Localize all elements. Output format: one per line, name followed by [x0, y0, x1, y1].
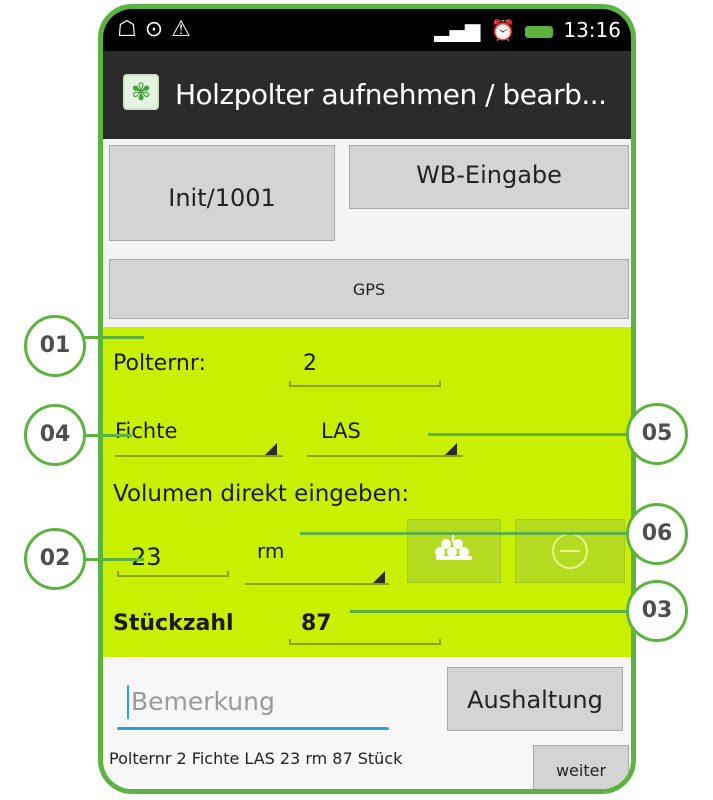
- log-stack-icon: [435, 532, 472, 560]
- grade-dropdown-icon: [445, 443, 457, 455]
- callout-line-04: [84, 434, 132, 437]
- grade-spinner[interactable]: [307, 455, 463, 457]
- volume-value: 23: [131, 543, 162, 571]
- app-icon: ✾: [123, 74, 159, 110]
- phone-frame: ☖⊙⚠ ▂▄▆ ⏰ 13:16 ✾ Holzpolter aufnehmen / b…: [98, 4, 636, 794]
- round-log-icon: [552, 533, 588, 569]
- sync-icon: ⊙: [144, 17, 172, 42]
- pile-form: Polternr: 2 Fichte LAS Volumen direkt ei…: [103, 327, 631, 657]
- polternr-input[interactable]: [289, 381, 441, 387]
- callout-04: 04: [24, 404, 86, 466]
- callout-line-02: [84, 558, 144, 561]
- remark-cursor: [127, 685, 129, 719]
- callout-01: 01: [24, 315, 86, 377]
- init-button[interactable]: Init/1001: [109, 145, 335, 241]
- round-log-button[interactable]: [515, 519, 625, 583]
- title-bar: ✾ Holzpolter aufnehmen / bearb...: [103, 51, 631, 139]
- notification-icons: ☖⊙⚠: [117, 17, 199, 42]
- callout-line-05: [428, 433, 628, 436]
- count-value: 87: [301, 611, 332, 636]
- bottom-area: Bemerkung Aushaltung Polternr 2 Fichte L…: [103, 657, 631, 789]
- app-title: Holzpolter aufnehmen / bearb...: [175, 78, 607, 111]
- volume-input[interactable]: [117, 571, 229, 577]
- species-dropdown-icon: [265, 443, 277, 455]
- wb-eingabe-button[interactable]: WB-Eingabe: [349, 145, 629, 209]
- polternr-label: Polternr:: [113, 351, 206, 376]
- unit-spinner[interactable]: [245, 583, 389, 585]
- log-stack-button[interactable]: [407, 519, 501, 583]
- status-bar: ☖⊙⚠ ▂▄▆ ⏰ 13:16: [103, 9, 631, 51]
- warning-icon: ⚠: [171, 17, 199, 42]
- count-input[interactable]: [289, 639, 441, 645]
- callout-02: 02: [24, 528, 86, 590]
- count-label: Stückzahl: [113, 611, 234, 636]
- callout-line-01: [84, 336, 144, 339]
- callout-line-03: [350, 610, 628, 613]
- species-spinner-value: Fichte: [115, 419, 178, 443]
- callout-03: 03: [626, 580, 688, 642]
- alarm-icon: ⏰: [490, 18, 516, 42]
- gps-button[interactable]: GPS: [109, 259, 629, 319]
- system-icons: ▂▄▆ ⏰ 13:16: [424, 18, 621, 42]
- unit-dropdown-icon: [373, 571, 385, 583]
- remark-input[interactable]: [117, 727, 389, 730]
- usb-icon: ☖: [117, 17, 145, 42]
- summary-text: Polternr 2 Fichte LAS 23 rm 87 Stück: [109, 749, 403, 768]
- callout-06: 06: [626, 503, 688, 565]
- unit-spinner-value: rm: [257, 539, 285, 563]
- weiter-button[interactable]: weiter: [533, 745, 629, 789]
- volume-label: Volumen direkt eingeben:: [113, 481, 410, 507]
- callout-05: 05: [626, 403, 688, 465]
- battery-icon: [525, 25, 554, 38]
- grade-spinner-value: LAS: [321, 419, 361, 443]
- aushaltung-button[interactable]: Aushaltung: [447, 667, 623, 731]
- remark-placeholder: Bemerkung: [131, 687, 275, 716]
- top-button-area: Init/1001 WB-Eingabe: [103, 139, 631, 254]
- polternr-value: 2: [303, 351, 317, 376]
- status-time: 13:16: [563, 18, 621, 42]
- signal-icon: ▂▄▆: [434, 18, 481, 42]
- species-spinner[interactable]: [115, 455, 283, 457]
- callout-line-06: [300, 532, 628, 535]
